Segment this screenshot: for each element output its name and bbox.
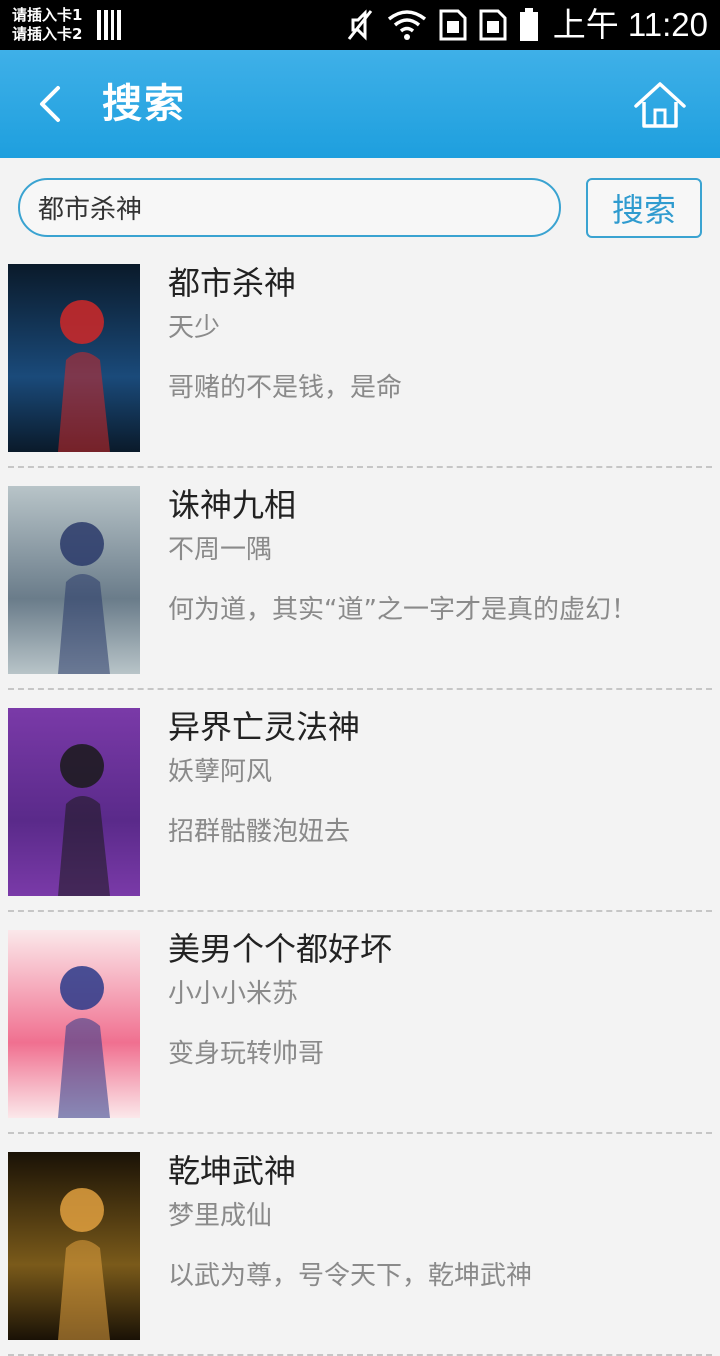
book-cover-image[interactable] [8,708,140,896]
book-author: 小小小米苏 [168,979,299,1009]
book-list: 都市杀神天少哥赌的不是钱，是命诛神九相不周一隅何为道，其实“道”之一字才是真的虚… [0,246,720,1356]
back-arrow-icon [40,86,60,122]
book-title: 异界亡灵法神 [168,708,361,746]
book-cover-image[interactable] [8,930,140,1118]
book-title: 都市杀神 [168,264,297,302]
book-description: 哥赌的不是钱，是命 [168,373,403,403]
signal-bars-icon [97,10,121,40]
book-description: 以武为尊，号令天下，乾坤武神 [168,1261,533,1291]
list-item[interactable]: 美男个个都好坏小小小米苏变身玩转帅哥 [0,912,720,1134]
list-item[interactable]: 异界亡灵法神妖孽阿风招群骷髅泡妞去 [0,690,720,912]
book-cover-image[interactable] [8,486,140,674]
clock: 上午 11:20 [552,6,708,43]
sim2-icon [479,9,507,41]
book-description: 何为道，其实“道”之一字才是真的虚幻！ [168,595,637,625]
book-description: 变身玩转帅哥 [168,1039,325,1069]
battery-icon [520,8,538,41]
home-button[interactable] [632,78,688,134]
search-button[interactable]: 搜索 [586,178,702,238]
back-button[interactable] [24,76,80,132]
list-item[interactable]: 都市杀神天少哥赌的不是钱，是命 [0,246,720,468]
mute-icon [347,9,373,41]
status-bar: 请插入卡1 请插入卡2 上午 11:20 [0,0,720,50]
status-icons [345,8,539,42]
list-item[interactable]: 乾坤武神梦里成仙以武为尊，号令天下，乾坤武神 [0,1134,720,1356]
book-cover-image[interactable] [8,1152,140,1340]
book-title: 诛神九相 [168,486,297,524]
book-author: 梦里成仙 [168,1201,273,1231]
sim-status: 请插入卡1 请插入卡2 [12,6,82,44]
book-author: 妖孽阿风 [168,757,273,787]
page-title: 搜索 [102,81,186,127]
book-title: 美男个个都好坏 [168,930,393,968]
book-description: 招群骷髅泡妞去 [168,817,351,847]
sim1-text: 请插入卡1 [12,6,83,24]
sim2-text: 请插入卡2 [12,25,83,43]
wifi-icon [387,10,427,40]
search-input[interactable] [18,178,561,237]
book-author: 不周一隅 [168,535,273,565]
list-item[interactable]: 诛神九相不周一隅何为道，其实“道”之一字才是真的虚幻！ [0,468,720,690]
home-icon [634,82,686,128]
book-cover-image[interactable] [8,264,140,452]
sim1-icon [439,9,467,41]
app-header: 搜索 [0,50,720,158]
book-author: 天少 [168,313,221,343]
book-title: 乾坤武神 [168,1152,297,1190]
